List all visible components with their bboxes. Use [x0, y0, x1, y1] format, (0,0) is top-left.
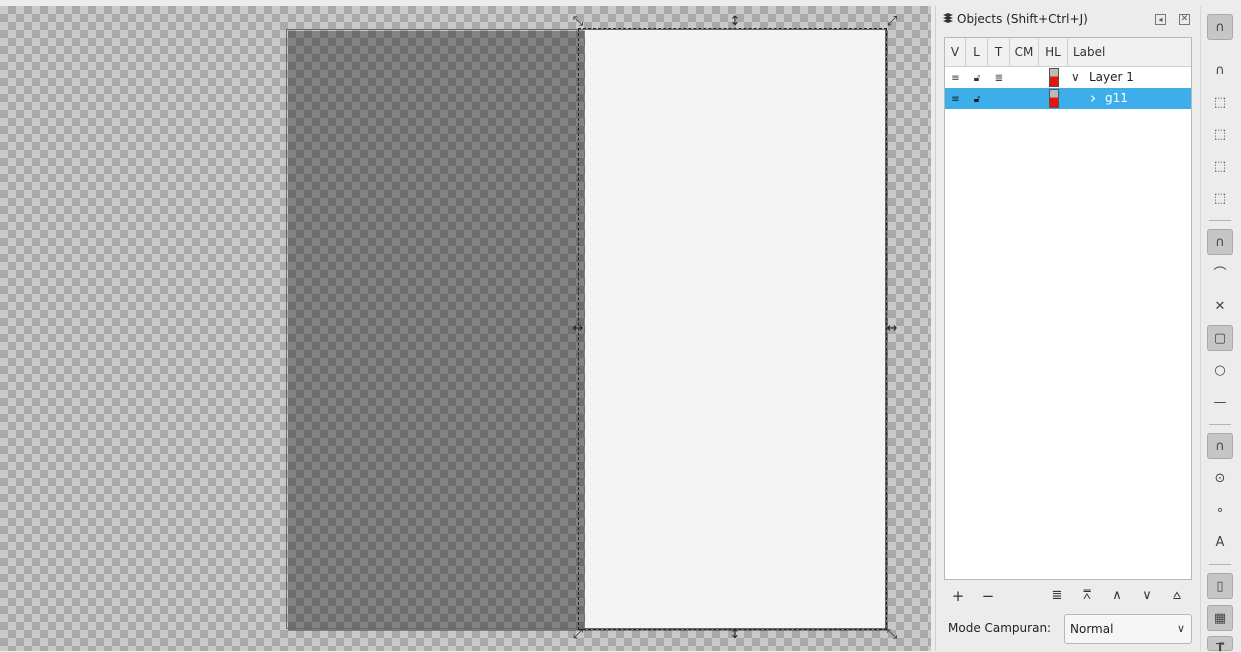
scale-handle-top-right[interactable]: ⤢ [885, 15, 899, 29]
panel-title: Objects (Shift+Ctrl+J) [957, 12, 1088, 26]
tree-header: V L T CM HL Label [945, 38, 1191, 67]
column-header-visible[interactable]: V [945, 38, 966, 67]
column-header-locked[interactable]: L [966, 38, 988, 67]
chevron-down-icon: ∨ [1176, 622, 1185, 635]
snap-guide-icon[interactable]: ┲ [1207, 636, 1233, 652]
objects-tree[interactable]: V L T CM HL Label ≡ 🔓︎ ≣ ∨ Layer 1 ≡ 🔓︎ … [944, 37, 1192, 580]
tree-row-layer-1[interactable]: ≡ 🔓︎ ≣ ∨ Layer 1 [945, 67, 1191, 88]
snap-rotation-center-icon[interactable]: ∘ [1207, 498, 1233, 524]
snap-smooth-node-icon[interactable]: ○ [1207, 358, 1233, 384]
snap-nodes-icon[interactable]: ∩ [1207, 229, 1233, 255]
move-to-bottom-icon[interactable]: ⩟ [1166, 586, 1188, 606]
column-header-label[interactable]: Label [1068, 38, 1191, 67]
visibility-icon[interactable]: ≡ [945, 88, 966, 109]
scale-handle-left[interactable]: ↔ [571, 322, 585, 336]
snap-bbox-icon[interactable]: ∩ [1207, 58, 1233, 84]
snap-toggle-icon[interactable]: ∩ [1207, 14, 1233, 40]
collapse-icon[interactable]: ∨ [1071, 67, 1080, 88]
separator [1209, 424, 1231, 425]
tree-row-label: g11 [1105, 91, 1128, 105]
add-icon[interactable]: + [947, 586, 969, 606]
indent-icon[interactable]: ≣ [1046, 586, 1068, 606]
column-header-clip-mask[interactable]: CM [1010, 38, 1039, 67]
separator [1209, 220, 1231, 221]
highlight-color-swatch[interactable] [1049, 68, 1059, 87]
snap-bbox-corner-icon[interactable]: ⬚ [1207, 122, 1233, 148]
snap-bbox-center-icon[interactable]: ⬚ [1207, 186, 1233, 212]
scale-handle-bottom-left[interactable]: ⤢ [571, 628, 585, 642]
blend-mode-value: Normal [1070, 622, 1114, 636]
snap-others-icon[interactable]: ∩ [1207, 433, 1233, 459]
move-up-icon[interactable]: ∧ [1106, 586, 1128, 606]
move-down-icon[interactable]: ∨ [1136, 586, 1158, 606]
column-header-highlight[interactable]: HL [1039, 38, 1068, 67]
dock-icon[interactable]: ◂ [1155, 14, 1166, 25]
scale-handle-bottom-right[interactable]: ⤡ [885, 628, 899, 642]
snap-text-baseline-icon[interactable]: A [1207, 530, 1233, 556]
snap-line-midpoint-icon[interactable]: — [1207, 390, 1233, 416]
snap-object-center-icon[interactable]: ⊙ [1207, 466, 1233, 492]
panel-titlebar: Objects (Shift+Ctrl+J) ◂ ✕ [936, 6, 1200, 32]
layers-icon [943, 13, 953, 23]
snap-path-icon[interactable]: ⌒ [1207, 262, 1233, 288]
tree-row-label: Layer 1 [1089, 70, 1134, 84]
remove-icon[interactable]: − [977, 586, 999, 606]
snap-controls-bar: ∩ ∩ ⬚ ⬚ ⬚ ⬚ ∩ ⌒ ✕ ▢ ○ — ∩ ⊙ ∘ A ▯ ▦ ┲ [1200, 6, 1241, 652]
objects-toolbar: + − ≣ ⩞ ∧ ∨ ⩟ [944, 584, 1192, 608]
separator [1209, 564, 1231, 565]
expand-icon[interactable]: › [1090, 88, 1096, 109]
visibility-icon[interactable]: ≡ [945, 67, 966, 88]
blend-mode-select[interactable]: Normal ∨ [1064, 614, 1192, 644]
snap-cusp-node-icon[interactable]: ▢ [1207, 325, 1233, 351]
snap-bbox-edge-icon[interactable]: ⬚ [1207, 90, 1233, 116]
column-header-type[interactable]: T [988, 38, 1010, 67]
objects-panel: Objects (Shift+Ctrl+J) ◂ ✕ V L T CM HL L… [935, 6, 1199, 651]
layer-type-icon: ≣ [994, 73, 1004, 84]
scale-handle-bottom[interactable]: ↕ [728, 628, 742, 642]
blend-mode-label: Mode Campuran: [948, 621, 1052, 635]
lock-icon[interactable]: 🔓︎ [966, 67, 988, 88]
tree-row-g11[interactable]: ≡ 🔓︎ › g11 [945, 88, 1191, 109]
lock-icon[interactable]: 🔓︎ [966, 88, 988, 109]
drawing-canvas[interactable]: ⤡ ↕ ⤢ ↔ ↔ ⤢ ↕ ⤡ [0, 6, 931, 651]
snap-grid-icon[interactable]: ▦ [1207, 605, 1233, 631]
snap-bbox-midpoint-icon[interactable]: ⬚ [1207, 154, 1233, 180]
close-icon[interactable]: ✕ [1179, 14, 1190, 25]
snap-intersection-icon[interactable]: ✕ [1207, 294, 1233, 320]
highlight-color-swatch[interactable] [1049, 89, 1059, 108]
scale-handle-top-left[interactable]: ⤡ [571, 15, 585, 29]
scale-handle-right[interactable]: ↔ [885, 322, 899, 336]
selection-bbox [578, 28, 887, 630]
scale-handle-top[interactable]: ↕ [728, 15, 742, 29]
move-to-top-icon[interactable]: ⩞ [1076, 586, 1098, 606]
snap-page-border-icon[interactable]: ▯ [1207, 573, 1233, 599]
